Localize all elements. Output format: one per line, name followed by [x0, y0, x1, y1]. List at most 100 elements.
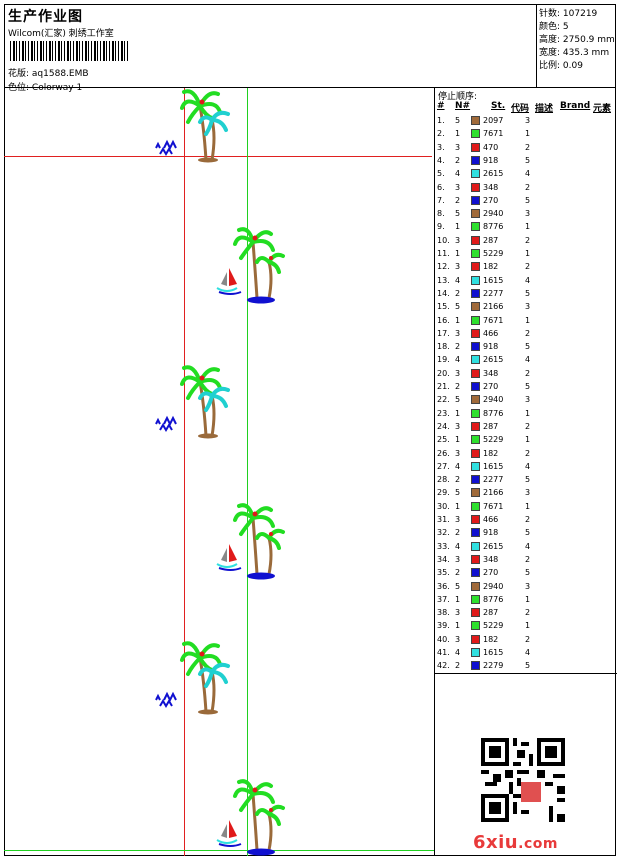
row-index: 17.: [437, 328, 450, 338]
sidebar-divider: [435, 673, 617, 674]
stop-sequence-row: 28. 2 2277 5: [437, 474, 615, 487]
row-needle: 2: [455, 288, 461, 298]
color-swatch: [471, 129, 480, 139]
row-code: 4: [525, 648, 531, 657]
color-swatch: [471, 142, 480, 152]
color-swatch: [471, 648, 480, 657]
row-stitches: 2615: [483, 169, 504, 179]
stop-sequence-row: 20. 3 348 2: [437, 368, 615, 381]
row-needle: 3: [455, 368, 461, 378]
stop-sequence-row: 14. 2 2277 5: [437, 288, 615, 301]
stop-sequence-row: 35. 2 270 5: [437, 567, 615, 580]
row-code: 1: [525, 222, 531, 232]
color-swatch: [471, 235, 480, 245]
row-index: 26.: [437, 448, 450, 458]
row-index: 24.: [437, 421, 450, 431]
row-index: 27.: [437, 461, 450, 471]
row-needle: 2: [455, 528, 461, 538]
row-index: 2.: [437, 129, 445, 139]
row-code: 2: [525, 328, 531, 338]
row-code: 2: [525, 448, 531, 458]
row-code: 2: [525, 182, 531, 192]
row-code: 3: [525, 395, 531, 405]
row-stitches: 348: [483, 368, 499, 378]
stop-sequence-row: 38. 3 287 2: [437, 607, 615, 620]
row-needle: 2: [455, 568, 461, 578]
color-swatch: [471, 116, 480, 125]
stop-sequence-row: 11. 1 5229 1: [437, 248, 615, 261]
design-preview[interactable]: [4, 88, 434, 856]
row-needle: 3: [455, 262, 461, 272]
row-index: 5.: [437, 169, 445, 179]
palm-motif: [154, 641, 230, 717]
col-header-brand: Brand: [560, 101, 591, 111]
color-swatch: [471, 435, 480, 445]
col-header-code: 代码: [511, 104, 530, 114]
color-swatch: [471, 315, 480, 325]
row-index: 31.: [437, 515, 450, 524]
stop-sequence-row: 41. 4 1615 4: [437, 647, 615, 660]
row-needle: 1: [455, 129, 461, 139]
stop-sequence-row: 42. 2 2279 5: [437, 660, 615, 673]
embroidery-motifs: [154, 89, 285, 856]
palm-motif: [154, 89, 230, 165]
row-stitches: 348: [483, 554, 499, 564]
design-label: 花版:: [8, 69, 30, 79]
row-index: 32.: [437, 528, 450, 538]
row-code: 3: [525, 488, 531, 498]
row-index: 21.: [437, 382, 450, 391]
row-needle: 4: [455, 541, 461, 551]
stop-sequence-row: 32. 2 918 5: [437, 527, 615, 540]
stop-sequence-row: 9. 1 8776 1: [437, 221, 615, 234]
row-needle: 1: [455, 222, 461, 232]
row-code: 1: [525, 315, 531, 325]
row-code: 1: [525, 621, 531, 631]
row-stitches: 2097: [483, 116, 504, 125]
row-needle: 1: [455, 435, 461, 445]
row-code: 5: [525, 475, 531, 485]
row-code: 4: [525, 275, 531, 285]
col-header-index: #: [437, 101, 445, 111]
row-stitches: 466: [483, 328, 499, 338]
row-code: 5: [525, 288, 531, 298]
row-stitches: 2940: [483, 209, 504, 219]
row-code: 3: [525, 209, 531, 219]
row-index: 37.: [437, 594, 450, 604]
color-swatch: [471, 275, 480, 285]
row-index: 33.: [437, 541, 450, 551]
row-code: 3: [525, 581, 531, 591]
row-needle: 1: [455, 315, 461, 325]
row-index: 39.: [437, 621, 450, 631]
row-stitches: 470: [483, 142, 499, 152]
row-stitches: 2940: [483, 395, 504, 405]
color-swatch: [471, 541, 480, 551]
stop-sequence-row: 3. 3 470 2: [437, 142, 615, 155]
row-stitches: 8776: [483, 408, 504, 418]
row-code: 5: [525, 528, 531, 538]
design-value: aq1588.EMB: [31, 69, 89, 79]
color-swatch: [471, 288, 480, 298]
row-stitches: 5229: [483, 249, 504, 258]
row-index: 9.: [437, 222, 445, 232]
color-swatch: [471, 328, 480, 338]
stat-stitches: 针数: 107219: [539, 9, 598, 19]
row-stitches: 1615: [483, 461, 504, 471]
stop-sequence-row: 19. 4 2615 4: [437, 354, 615, 367]
col-header-desc: 描述: [535, 104, 554, 114]
row-needle: 2: [455, 342, 461, 352]
stat-colors: 颜色: 5: [539, 22, 569, 32]
stop-sequence-row: 29. 5 2166 3: [437, 487, 615, 500]
palm-motif: [154, 365, 230, 441]
row-index: 7.: [437, 195, 445, 205]
stop-sequence-row: 6. 3 348 2: [437, 182, 615, 195]
row-code: 1: [525, 594, 531, 604]
stop-sequence-row: 39. 1 5229 1: [437, 620, 615, 633]
color-swatch: [471, 368, 480, 378]
stop-sequence-row: 13. 4 1615 4: [437, 275, 615, 288]
stop-sequence-row: 30. 1 7671 1: [437, 501, 615, 514]
stop-sequence-row: 36. 5 2940 3: [437, 581, 615, 594]
stop-sequence-row: 12. 3 182 2: [437, 261, 615, 274]
row-stitches: 1615: [483, 275, 504, 285]
stop-sequence-row: 23. 1 8776 1: [437, 408, 615, 421]
row-index: 16.: [437, 315, 450, 325]
